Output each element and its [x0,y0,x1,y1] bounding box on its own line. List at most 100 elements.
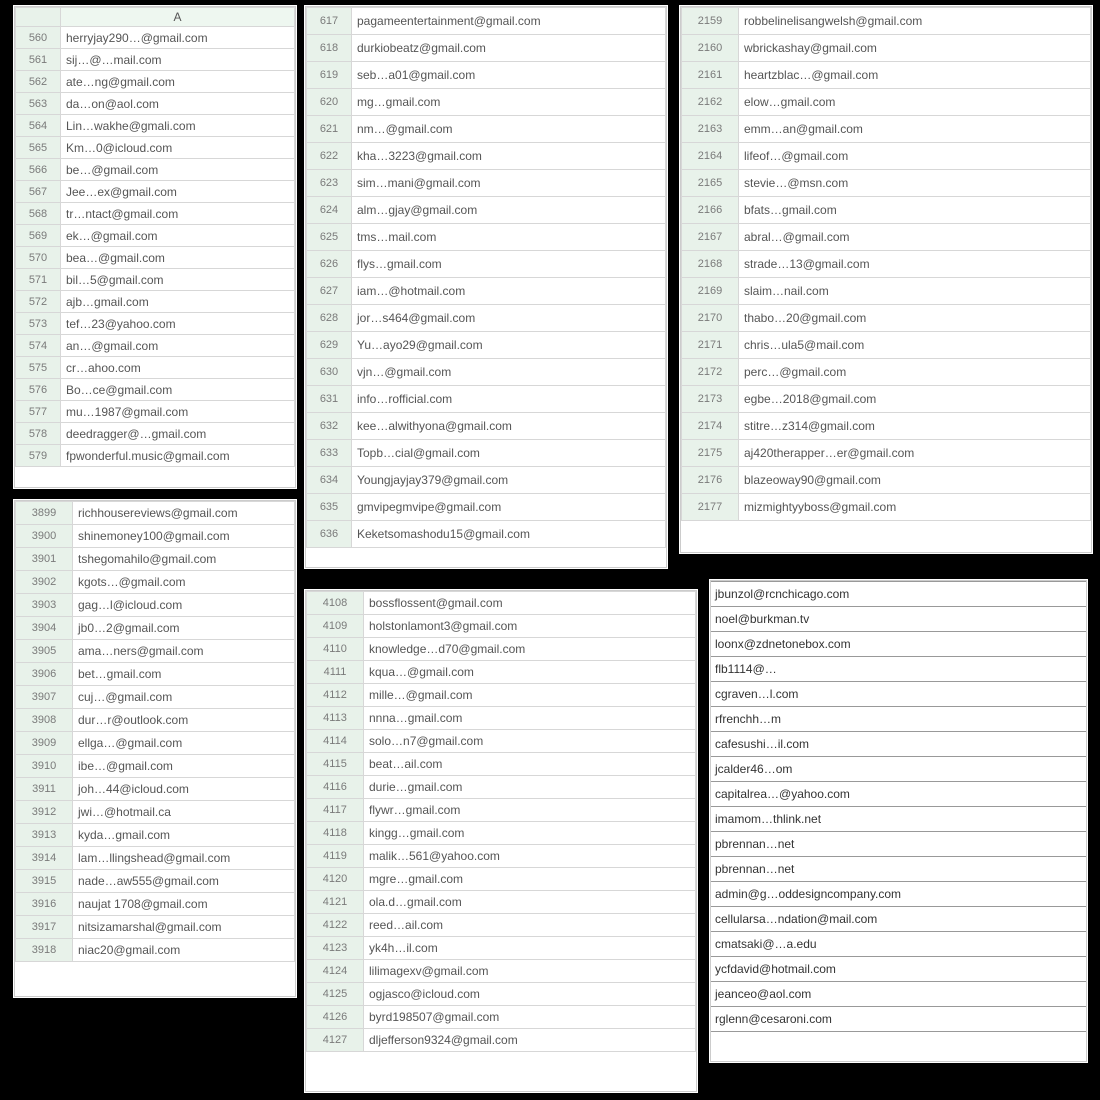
email-cell[interactable]: gmvipegmvipe@gmail.com [352,494,666,521]
email-cell[interactable]: Lin…wakhe@gmali.com [61,115,295,137]
email-cell[interactable]: richhousereviews@gmail.com [73,502,295,525]
row-number[interactable]: 572 [16,291,61,313]
email-cell[interactable]: joh…44@icloud.com [73,778,295,801]
email-cell[interactable]: slaim…nail.com [739,278,1091,305]
email-cell[interactable]: egbe…2018@gmail.com [739,386,1091,413]
row-number[interactable]: 623 [307,170,352,197]
row-number[interactable]: 2163 [682,116,739,143]
row-number[interactable]: 2159 [682,8,739,35]
email-cell[interactable]: kgots…@gmail.com [73,571,295,594]
row-number[interactable]: 4115 [307,753,364,776]
email-cell[interactable]: rfrenchh…m [711,707,1086,732]
email-cell[interactable]: elow…gmail.com [739,89,1091,116]
email-cell[interactable]: Topb…cial@gmail.com [352,440,666,467]
row-number[interactable]: 4111 [307,661,364,684]
row-number[interactable]: 2175 [682,440,739,467]
email-cell[interactable]: cgraven…l.com [711,682,1086,707]
email-cell[interactable]: kee…alwithyona@gmail.com [352,413,666,440]
email-cell[interactable]: alm…gjay@gmail.com [352,197,666,224]
email-cell[interactable]: sim…mani@gmail.com [352,170,666,197]
email-cell[interactable]: Bo…ce@gmail.com [61,379,295,401]
email-cell[interactable]: yk4h…il.com [364,937,696,960]
email-cell[interactable]: strade…13@gmail.com [739,251,1091,278]
email-cell[interactable]: be…@gmail.com [61,159,295,181]
row-number[interactable]: 631 [307,386,352,413]
email-cell[interactable]: wbrickashay@gmail.com [739,35,1091,62]
email-cell[interactable]: lifeof…@gmail.com [739,143,1091,170]
email-cell[interactable]: lam…llingshead@gmail.com [73,847,295,870]
row-number[interactable]: 620 [307,89,352,116]
row-number[interactable]: 3901 [16,548,73,571]
email-cell[interactable]: stitre…z314@gmail.com [739,413,1091,440]
row-number[interactable]: 3903 [16,594,73,617]
email-cell[interactable]: shinemoney100@gmail.com [73,525,295,548]
email-cell[interactable]: kqua…@gmail.com [364,661,696,684]
email-cell[interactable]: Km…0@icloud.com [61,137,295,159]
email-cell[interactable]: niac20@gmail.com [73,939,295,962]
email-cell[interactable]: mille…@gmail.com [364,684,696,707]
email-cell[interactable]: mizmightyyboss@gmail.com [739,494,1091,521]
row-number[interactable]: 3909 [16,732,73,755]
row-number[interactable]: 4118 [307,822,364,845]
row-number[interactable]: 577 [16,401,61,423]
column-header-a[interactable]: A [61,8,295,27]
email-cell[interactable]: pagameentertainment@gmail.com [352,8,666,35]
row-number[interactable]: 3916 [16,893,73,916]
row-number[interactable]: 634 [307,467,352,494]
row-number[interactable]: 2174 [682,413,739,440]
row-number[interactable]: 3900 [16,525,73,548]
email-cell[interactable]: malik…561@yahoo.com [364,845,696,868]
email-cell[interactable]: kha…3223@gmail.com [352,143,666,170]
email-cell[interactable]: da…on@aol.com [61,93,295,115]
row-number[interactable]: 567 [16,181,61,203]
email-cell[interactable]: tef…23@yahoo.com [61,313,295,335]
email-cell[interactable]: Youngjayjay379@gmail.com [352,467,666,494]
row-number[interactable]: 569 [16,225,61,247]
email-cell[interactable]: cr…ahoo.com [61,357,295,379]
email-cell[interactable]: byrd198507@gmail.com [364,1006,696,1029]
email-cell[interactable]: jor…s464@gmail.com [352,305,666,332]
email-cell[interactable]: perc…@gmail.com [739,359,1091,386]
row-number[interactable]: 3904 [16,617,73,640]
row-number[interactable]: 3906 [16,663,73,686]
email-cell[interactable]: dur…r@outlook.com [73,709,295,732]
email-cell[interactable]: nm…@gmail.com [352,116,666,143]
row-number[interactable]: 562 [16,71,61,93]
email-cell[interactable]: rglenn@cesaroni.com [711,1007,1086,1032]
email-cell[interactable]: an…@gmail.com [61,335,295,357]
email-cell[interactable]: jeanceo@aol.com [711,982,1086,1007]
row-number[interactable]: 4117 [307,799,364,822]
row-number[interactable]: 565 [16,137,61,159]
row-number[interactable]: 564 [16,115,61,137]
corner-cell[interactable] [16,8,61,27]
row-number[interactable]: 3910 [16,755,73,778]
row-number[interactable]: 2160 [682,35,739,62]
email-cell[interactable]: nade…aw555@gmail.com [73,870,295,893]
email-cell[interactable]: durkiobeatz@gmail.com [352,35,666,62]
row-number[interactable]: 2171 [682,332,739,359]
row-number[interactable]: 571 [16,269,61,291]
row-number[interactable]: 2173 [682,386,739,413]
row-number[interactable]: 625 [307,224,352,251]
row-number[interactable]: 3917 [16,916,73,939]
email-cell[interactable]: ola.d…gmail.com [364,891,696,914]
email-cell[interactable]: pbrennan…net [711,832,1086,857]
row-number[interactable]: 621 [307,116,352,143]
row-number[interactable]: 4125 [307,983,364,1006]
row-number[interactable]: 630 [307,359,352,386]
email-cell[interactable]: beat…ail.com [364,753,696,776]
row-number[interactable]: 2170 [682,305,739,332]
row-number[interactable]: 618 [307,35,352,62]
row-number[interactable]: 2165 [682,170,739,197]
email-cell[interactable]: vjn…@gmail.com [352,359,666,386]
row-number[interactable]: 4126 [307,1006,364,1029]
email-cell[interactable]: deedragger@…gmail.com [61,423,295,445]
email-cell[interactable]: sij…@…mail.com [61,49,295,71]
row-number[interactable]: 4114 [307,730,364,753]
row-number[interactable]: 2177 [682,494,739,521]
email-cell[interactable]: cellularsa…ndation@mail.com [711,907,1086,932]
email-cell[interactable]: cafesushi…il.com [711,732,1086,757]
email-cell[interactable]: ibe…@gmail.com [73,755,295,778]
row-number[interactable]: 3913 [16,824,73,847]
row-number[interactable]: 633 [307,440,352,467]
